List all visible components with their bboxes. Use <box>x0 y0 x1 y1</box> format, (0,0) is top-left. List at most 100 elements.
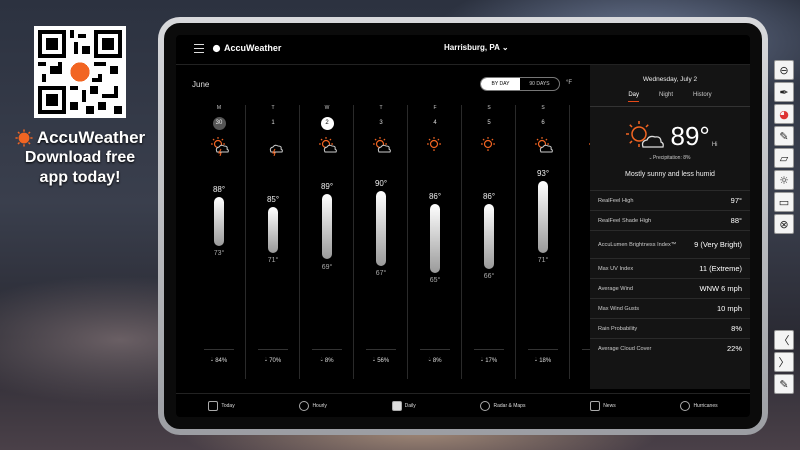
raindrop-icon: 💧︎ <box>649 155 652 161</box>
close-circle-icon[interactable]: ⊗ <box>774 214 794 234</box>
tab-night[interactable]: Night <box>659 92 673 102</box>
day-column[interactable]: S 6 93° 71° 💧︎ 18% <box>516 99 570 379</box>
chevron-down-icon: ⌄ <box>501 43 509 52</box>
eraser-icon[interactable]: ▱ <box>774 148 794 168</box>
day-column[interactable]: F 4 86° 65° 💧︎ 8% <box>408 99 462 379</box>
day-low: 73° <box>213 250 225 258</box>
minus-circle-icon[interactable]: ⊖ <box>774 60 794 80</box>
day-high: 86° <box>428 191 442 201</box>
nav-label: Hourly <box>312 402 327 409</box>
detail-description: Mostly sunny and less humid <box>625 171 715 178</box>
day-precip: 💧︎ 17% <box>462 357 516 364</box>
brightness-icon[interactable]: ☼ <box>774 170 794 190</box>
detail-row: RealFeel High 97° <box>590 190 750 210</box>
nav-hourly[interactable]: Hourly <box>299 400 327 411</box>
nav-label: Hurricanes <box>693 402 718 409</box>
day-precip-value: 84% <box>215 357 228 364</box>
day-of-week: T <box>271 105 275 111</box>
raindrop-icon: 💧︎ <box>264 357 268 363</box>
temp-range-bar <box>538 180 548 253</box>
promo-brand: AccuWeather <box>10 128 150 148</box>
calendar-grid-icon <box>391 400 402 411</box>
detail-row-label: Max Wind Gusts <box>598 305 640 312</box>
day-high: 93° <box>536 168 550 178</box>
day-high: 88° <box>212 185 226 195</box>
day-of-week: W <box>324 105 330 111</box>
daily-columns: M 30 88° 73° 💧︎ 84% T 1 85° 71° 💧︎ 70% W 2 89° 69° 💧︎ 8% T… <box>192 99 612 379</box>
day-precip-value: 8% <box>432 357 442 364</box>
temp-range-bar <box>376 190 386 267</box>
promo-brand-name: AccuWeather <box>36 128 146 147</box>
day-precip-value: 8% <box>324 357 334 364</box>
app-logo[interactable]: AccuWeather <box>212 43 281 53</box>
day-of-week: S <box>487 105 491 111</box>
detail-row-value: 88° <box>730 215 742 225</box>
promo-line-1: Download free <box>24 149 136 166</box>
temp-range-bar <box>268 207 278 253</box>
day-column[interactable]: S 5 86° 66° 💧︎ 17% <box>462 99 516 379</box>
day-detail-panel: Wednesday, July 2 Day Night History 89° <box>590 65 750 389</box>
nav-radar[interactable]: Radar & Maps <box>480 400 526 411</box>
nav-hurricanes[interactable]: Hurricanes <box>680 400 718 411</box>
tab-day[interactable]: Day <box>628 92 639 102</box>
pen-icon[interactable]: ✒ <box>774 82 794 102</box>
detail-row: Rain Probability 8% <box>590 318 750 338</box>
partly-sunny-icon <box>533 136 553 154</box>
pencil-icon[interactable]: ✎ <box>774 374 794 394</box>
nav-label: Today <box>221 402 235 409</box>
day-column[interactable]: T 1 85° 71° 💧︎ 70% <box>246 99 300 379</box>
detail-row-label: Average Wind <box>598 285 634 292</box>
day-high: 90° <box>374 178 388 188</box>
nav-news[interactable]: News <box>590 400 616 411</box>
day-date: 3 <box>379 120 383 126</box>
nav-daily[interactable]: Daily <box>391 400 416 411</box>
day-precip-value: 56% <box>377 357 390 364</box>
day-low: 66° <box>483 273 495 281</box>
promo-block: AccuWeather Download free app today! <box>10 26 150 188</box>
day-column[interactable]: W 2 89° 69° 💧︎ 8% <box>300 99 354 379</box>
day-column[interactable]: M 30 88° 73° 💧︎ 84% <box>192 99 246 379</box>
pencil-icon[interactable]: ✎ <box>774 126 794 146</box>
raindrop-icon: 💧︎ <box>428 357 431 363</box>
color-wheel-icon[interactable]: ◕ <box>774 104 794 124</box>
temp-range-bar <box>214 197 224 247</box>
view-toggle[interactable]: BY DAY 90 DAYS <box>480 77 560 91</box>
arrow-right-icon[interactable]: 〉 <box>774 352 794 372</box>
arrow-left-icon[interactable]: 〈 <box>774 330 794 350</box>
app-brand: AccuWeather <box>224 43 282 53</box>
toggle-90-days[interactable]: 90 DAYS <box>520 78 559 90</box>
day-precip: 💧︎ 84% <box>192 357 246 364</box>
detail-row-value: 97° <box>730 195 742 205</box>
detail-hi-label: Hi <box>711 142 718 148</box>
menu-icon[interactable] <box>194 44 204 56</box>
location-selector[interactable]: Harrisburg, PA ⌄ <box>444 43 509 52</box>
column-separator <box>353 105 354 379</box>
day-of-week: F <box>433 105 437 111</box>
detail-temp: 89° <box>670 120 710 151</box>
day-high: 89° <box>320 181 334 191</box>
detail-precip-text: Precipitation: 8% <box>652 155 691 161</box>
raindrop-icon: 💧︎ <box>320 357 323 363</box>
thunder-partly-icon <box>209 136 229 157</box>
nav-label: Radar & Maps <box>493 402 526 409</box>
app-header: AccuWeather Harrisburg, PA ⌄ <box>176 35 750 65</box>
toggle-by-day[interactable]: BY DAY <box>481 78 520 90</box>
divider <box>258 349 288 350</box>
detail-row: Average Wind WNW 6 mph <box>590 278 750 298</box>
tab-history[interactable]: History <box>693 92 712 102</box>
day-low: 65° <box>429 276 441 284</box>
detail-rows: RealFeel High 97° RealFeel Shade High 88° … <box>590 190 750 358</box>
divider <box>366 349 396 350</box>
day-column[interactable]: T 3 90° 67° 💧︎ 56% <box>354 99 408 379</box>
column-separator <box>515 105 516 379</box>
divider <box>474 349 504 350</box>
location-name: Harrisburg, PA <box>444 43 500 52</box>
nav-today[interactable]: Today <box>208 400 235 411</box>
day-low: 67° <box>375 270 387 278</box>
detail-row-value: 8% <box>731 323 742 333</box>
ruler-icon[interactable]: ▭ <box>774 192 794 212</box>
app-screen: AccuWeather Harrisburg, PA ⌄ June BY DAY… <box>164 23 762 429</box>
detail-row-value: 10 mph <box>716 303 742 313</box>
day-date: 4 <box>433 120 437 126</box>
column-separator <box>461 105 462 379</box>
